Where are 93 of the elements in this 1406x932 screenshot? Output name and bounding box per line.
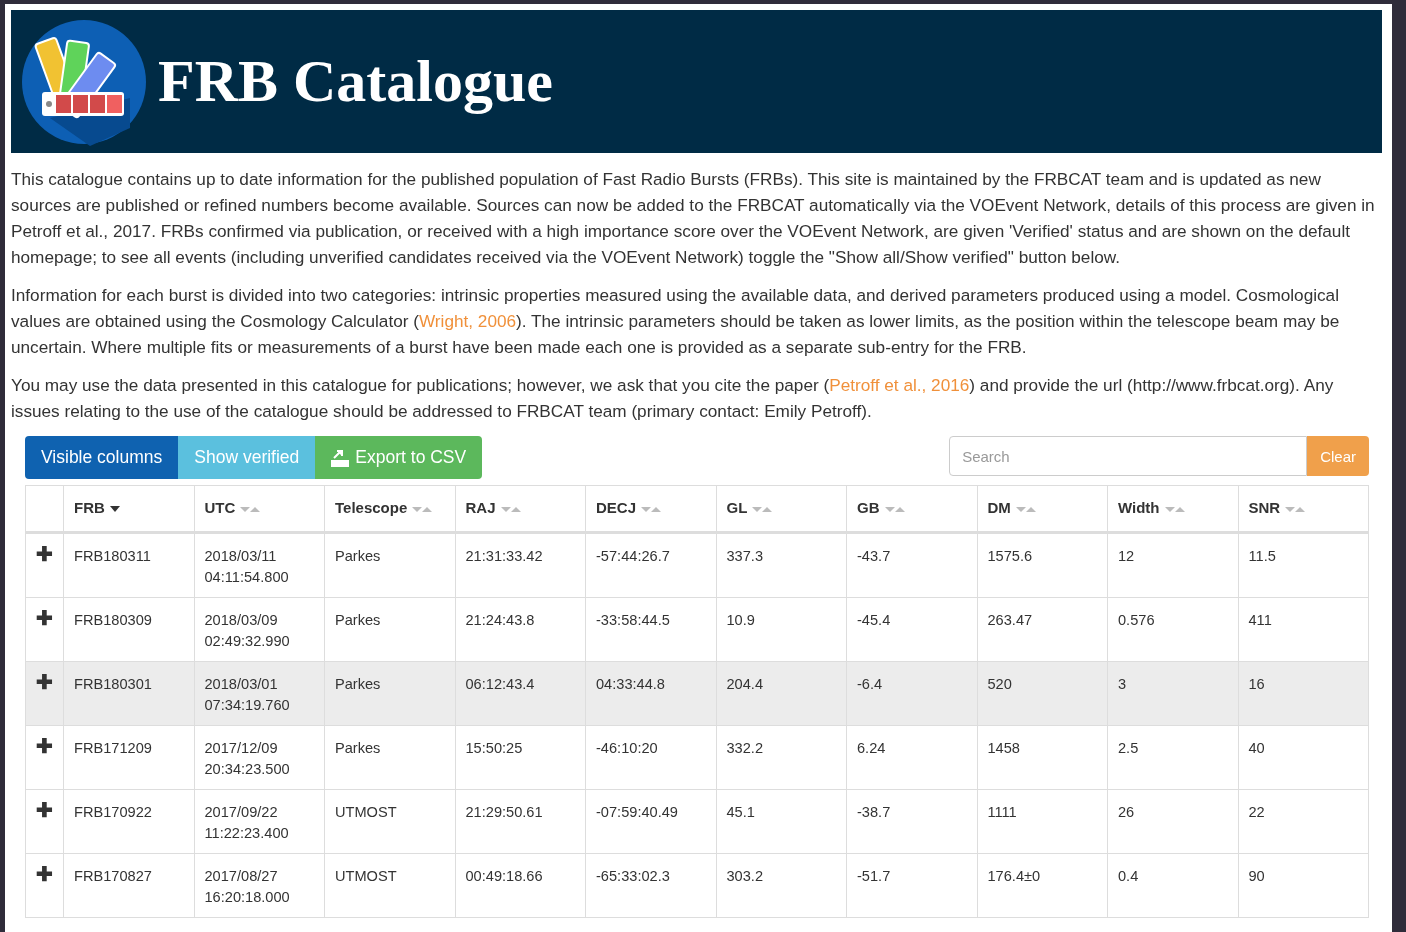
column-header[interactable]: RAJ	[455, 485, 586, 533]
sort-icon[interactable]	[500, 506, 521, 513]
table-cell: FRB170922	[63, 789, 194, 854]
table-cell: 2017/12/09 20:34:23.500	[194, 725, 325, 790]
expand-button[interactable]: ✚	[25, 789, 64, 854]
table-cell: FRB180311	[63, 532, 194, 598]
sort-icon[interactable]	[884, 506, 905, 513]
column-header[interactable]: GB	[846, 485, 977, 533]
table-cell: 2017/08/27 16:20:18.000	[194, 853, 325, 918]
column-header[interactable]: Width	[1107, 485, 1238, 533]
table-cell: 1111	[977, 789, 1108, 854]
column-header[interactable]: GL	[716, 485, 847, 533]
table-cell: -51.7	[846, 853, 977, 918]
sort-icon[interactable]	[412, 506, 433, 513]
table-cell: UTMOST	[324, 853, 455, 918]
table-cell: 26	[1107, 789, 1238, 854]
column-header[interactable]: FRB	[63, 485, 194, 533]
table-cell: FRB180309	[63, 597, 194, 662]
table-cell: 45.1	[716, 789, 847, 854]
table-cell: 2018/03/11 04:11:54.800	[194, 532, 325, 598]
table-cell: 176.4±0	[977, 853, 1108, 918]
expand-button[interactable]: ✚	[25, 661, 64, 726]
table-cell: 2018/03/01 07:34:19.760	[194, 661, 325, 726]
columns-button[interactable]: Visible columns	[25, 436, 179, 479]
table-cell: -65:33:02.3	[585, 853, 716, 918]
sort-icon[interactable]	[240, 506, 261, 513]
sort-icon[interactable]	[1285, 506, 1306, 513]
table-cell: -45.4	[846, 597, 977, 662]
table-cell: -46:10:20	[585, 725, 716, 790]
table-cell: -6.4	[846, 661, 977, 726]
expand-button[interactable]: ✚	[25, 532, 64, 598]
table-cell: 520	[977, 661, 1108, 726]
table-cell: -57:44:26.7	[585, 532, 716, 598]
table-cell: 263.47	[977, 597, 1108, 662]
table-cell: 332.2	[716, 725, 847, 790]
column-header[interactable]: Telescope	[324, 485, 455, 533]
table-cell: 2017/09/22 11:22:23.400	[194, 789, 325, 854]
table-cell: UTMOST	[324, 789, 455, 854]
column-header[interactable]: SNR	[1238, 485, 1369, 533]
table-cell: Parkes	[324, 532, 455, 598]
table-cell: 2018/03/09 02:49:32.990	[194, 597, 325, 662]
expand-button[interactable]: ✚	[25, 853, 64, 918]
table-cell: 21:29:50.61	[455, 789, 586, 854]
table-cell: 21:31:33.42	[455, 532, 586, 598]
table-cell: 0.4	[1107, 853, 1238, 918]
table-cell: 40	[1238, 725, 1369, 790]
expand-button[interactable]: ✚	[25, 597, 64, 662]
sort-descending-icon[interactable]	[109, 506, 120, 513]
table-cell: -33:58:44.5	[585, 597, 716, 662]
sort-icon[interactable]	[1164, 506, 1185, 513]
sort-icon[interactable]	[752, 506, 773, 513]
table-cell: 90	[1238, 853, 1369, 918]
table-cell: 2.5	[1107, 725, 1238, 790]
table-cell: -43.7	[846, 532, 977, 598]
table-cell: 1575.6	[977, 532, 1108, 598]
search-field[interactable]: Search	[949, 436, 1308, 476]
table-cell: 15:50:25	[455, 725, 586, 790]
export-icon	[331, 448, 350, 467]
table-cell: 411	[1238, 597, 1369, 662]
table-cell: 16	[1238, 661, 1369, 726]
table-cell: 00:49:18.66	[455, 853, 586, 918]
table-cell: 3	[1107, 661, 1238, 726]
site-title: FRB Catalogue	[158, 47, 553, 116]
column-header[interactable]: DECJ	[585, 485, 716, 533]
table-cell: FRB170827	[63, 853, 194, 918]
table-cell: 11.5	[1238, 532, 1369, 598]
table-cell: 204.4	[716, 661, 847, 726]
intro-paragraph: You may use the data presented in this catalogue for publications; however, we ask that you cite the paper (Petroff et al., 2016) and provide the url (http://www.frbcat.org). Any issues relating to the use of the catalogue should be addressed to FRBCAT team (primary contact: Emily Petroff).	[11, 374, 1335, 423]
table-cell: Parkes	[324, 725, 455, 790]
intro-paragraph: This catalogue contains up to date information for the published population of Fast Radio Bursts (FRBs). This site is maintained by the FRBCAT team and is updated as new sources are published or refined numbers become available. Sources can now be added to the FRBCAT automatically via the VOEvent Network, details of this process are given in Petroff et al., 2017. FRBs confirmed via publication, or received with a high importance score over the VOEvent Network, are given 'Verified' status and are shown on the default homepage; to see all events (including unverified candidates received via the VOEvent Network) toggle the "Show all/Show verified" button below.	[11, 168, 1376, 269]
table-cell: 0.576	[1107, 597, 1238, 662]
table-cell: 12	[1107, 532, 1238, 598]
table-cell: -07:59:40.49	[585, 789, 716, 854]
table-cell: 303.2	[716, 853, 847, 918]
intro-paragraph: Information for each burst is divided into two categories: intrinsic properties measured using the available data, and derived parameters produced using a model. Cosmological values are obtained using the Cosmology Calculator (Wright, 2006). The intrinsic parameters should be taken as lower limits, as the position within the telescope beam may be uncertain. Where multiple fits or measurements of a burst have been made each one is provided as a separate sub-entry for the FRB.	[11, 284, 1341, 359]
table-cell: 21:24:43.8	[455, 597, 586, 662]
sort-icon[interactable]	[1015, 506, 1036, 513]
table-cell: 04:33:44.8	[585, 661, 716, 726]
column-header[interactable]: UTC	[194, 485, 325, 533]
table-cell: 337.3	[716, 532, 847, 598]
table-cell: 6.24	[846, 725, 977, 790]
table-cell: 22	[1238, 789, 1369, 854]
column-header[interactable]: DM	[977, 485, 1108, 533]
table-cell: Parkes	[324, 661, 455, 726]
table-cell: FRB171209	[63, 725, 194, 790]
table-cell: 1458	[977, 725, 1108, 790]
table-cell: -38.7	[846, 789, 977, 854]
sort-icon[interactable]	[641, 506, 661, 513]
table-cell: Parkes	[324, 597, 455, 662]
expand-button[interactable]: ✚	[25, 725, 64, 790]
table-cell: 10.9	[716, 597, 847, 662]
table-cell: 06:12:43.4	[455, 661, 586, 726]
table-cell: FRB180301	[63, 661, 194, 726]
